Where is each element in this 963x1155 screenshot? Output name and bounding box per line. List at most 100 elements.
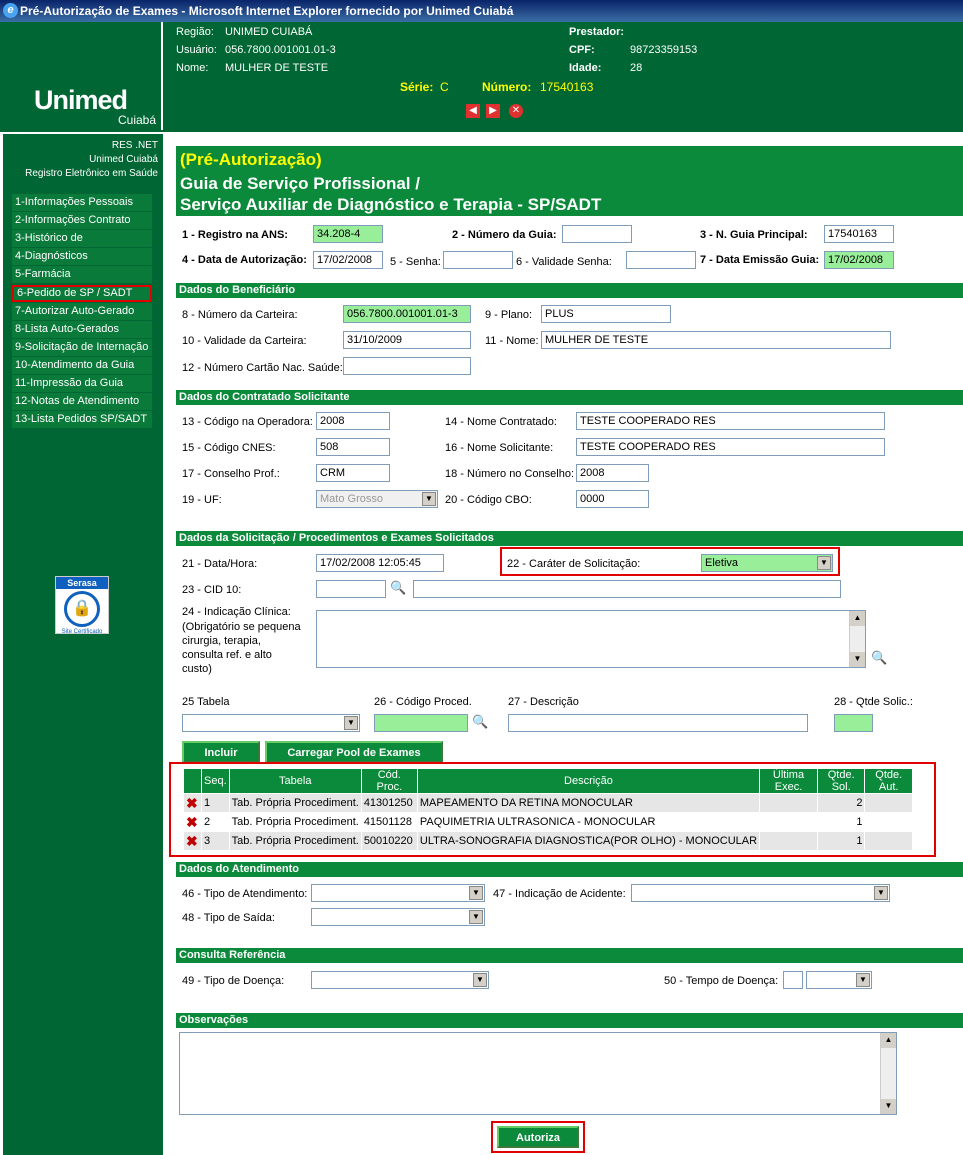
incluir-button[interactable]: Incluir: [182, 741, 260, 763]
cell-ultima: [759, 831, 818, 851]
pre-title: (Pré-Autorização): [180, 150, 322, 169]
delete-icon[interactable]: ✖: [186, 814, 198, 830]
sidebar-item-3[interactable]: 3-Histórico de Atendimentos: [12, 230, 152, 261]
sidebar-item-11[interactable]: 11-Impressão da Guia: [12, 375, 152, 392]
chevron-down-icon: ▼: [344, 716, 358, 730]
nome-label: Nome:: [176, 62, 209, 74]
codigo-cnes-field[interactable]: 508: [316, 438, 390, 456]
window-title: Pré-Autorização de Exames - Microsoft In…: [20, 4, 514, 18]
f15-label: 15 - Código CNES:: [182, 442, 276, 454]
close-icon[interactable]: ✕: [509, 104, 523, 118]
sidebar-item-13[interactable]: 13-Lista Pedidos SP/SADT: [12, 411, 152, 429]
f27-label: 27 - Descrição: [508, 696, 579, 708]
sidebar-item-7[interactable]: 7-Autorizar Auto-Gerado: [12, 302, 152, 320]
qtde-solic-field[interactable]: [834, 714, 873, 732]
carteira-field[interactable]: 056.7800.001001.01-3: [343, 305, 471, 323]
cartao-saude-field[interactable]: [343, 357, 471, 375]
numero-conselho-field[interactable]: 2008: [576, 464, 649, 482]
serasa-seal: Serasa 🔒 Site Certificado: [55, 576, 109, 635]
f13-label: 13 - Código na Operadora:: [182, 416, 313, 428]
lock-icon: 🔒: [64, 591, 100, 627]
scrollbar[interactable]: ▲ ▼: [880, 1033, 896, 1114]
search-icon[interactable]: 🔍: [390, 580, 408, 596]
scrollbar[interactable]: ▲ ▼: [849, 611, 865, 667]
sidebar-item-5[interactable]: 5-Farmácia: [12, 266, 152, 284]
f12-label: 12 - Número Cartão Nac. Saúde:: [182, 362, 343, 374]
f23-label: 23 - CID 10:: [182, 584, 242, 596]
nome-field[interactable]: MULHER DE TESTE: [541, 331, 891, 349]
tempo-doenca-field[interactable]: [783, 971, 803, 989]
cid10-field[interactable]: [316, 580, 386, 598]
nome-solicitante-field[interactable]: TESTE COOPERADO RES: [576, 438, 885, 456]
f50-label: 50 - Tempo de Doença:: [664, 975, 779, 987]
scroll-down-icon[interactable]: ▼: [881, 1099, 896, 1114]
validade-senha-field[interactable]: [626, 251, 696, 269]
delete-icon[interactable]: ✖: [186, 795, 198, 811]
form-title-2: Serviço Auxiliar de Diagnóstico e Terapi…: [180, 195, 602, 214]
conselho-field[interactable]: CRM: [316, 464, 390, 482]
descricao-field[interactable]: [508, 714, 808, 732]
tabela-select[interactable]: ▼: [182, 714, 360, 732]
tipo-atendimento-select[interactable]: ▼: [311, 884, 485, 902]
codigo-proced-field[interactable]: [374, 714, 468, 732]
serie-value: C: [440, 80, 449, 94]
chevron-down-icon: ▼: [422, 492, 436, 506]
sidebar-item-9[interactable]: 9-Solicitação de Internação: [12, 338, 152, 356]
guia-principal-field[interactable]: 17540163: [824, 225, 894, 243]
cell-tabela: Tab. Própria Procediment.: [228, 793, 362, 813]
data-emissao-field[interactable]: 17/02/2008: [824, 251, 894, 269]
carater-select[interactable]: Eletiva ▼: [701, 554, 833, 572]
indicacao-clinica-textarea[interactable]: ▲ ▼: [316, 610, 866, 668]
cid10-description-field[interactable]: [413, 580, 841, 598]
search-icon[interactable]: 🔍: [472, 714, 490, 730]
sidebar-item-2[interactable]: 2-Informações Contrato: [12, 212, 152, 230]
numero-guia-field[interactable]: [562, 225, 632, 243]
senha-field[interactable]: [443, 251, 513, 269]
data-autorizacao-field[interactable]: 17/02/2008: [313, 251, 383, 269]
cell-qsol: 2: [816, 793, 866, 813]
uf-select[interactable]: Mato Grosso ▼: [316, 490, 438, 508]
idade-value: 28: [630, 62, 643, 74]
tempo-doenca-unit-select[interactable]: ▼: [806, 971, 872, 989]
autoriza-button[interactable]: Autoriza: [497, 1126, 579, 1148]
f47-label: 47 - Indicação de Acidente:: [493, 888, 626, 900]
observacoes-textarea[interactable]: ▲ ▼: [179, 1032, 897, 1115]
tipo-doenca-select[interactable]: ▼: [311, 971, 489, 989]
f20-label: 20 - Código CBO:: [445, 494, 532, 506]
delete-cell: ✖: [183, 831, 202, 851]
sidebar-item-12[interactable]: 12-Notas de Atendimento: [12, 393, 152, 411]
registro-ans-field[interactable]: 34.208-4: [313, 225, 383, 243]
section-contratado: Dados do Contratado Solicitante: [176, 390, 963, 405]
carregar-pool-button[interactable]: Carregar Pool de Exames: [265, 741, 443, 763]
data-hora-field[interactable]: 17/02/2008 12:05:45: [316, 554, 444, 572]
cell-tabela: Tab. Própria Procediment.: [228, 812, 362, 832]
sidebar-item-8[interactable]: 8-Lista Auto-Gerados: [12, 320, 152, 338]
sidebar-item-1[interactable]: 1-Informações Pessoais: [12, 194, 152, 211]
validade-carteira-field[interactable]: 31/10/2009: [343, 331, 471, 349]
delete-icon[interactable]: ✖: [186, 833, 198, 849]
cell-seq: 1: [201, 793, 230, 813]
cell-desc: ULTRA-SONOGRAFIA DIAGNOSTICA(POR OLHO) -…: [416, 831, 761, 851]
section-beneficiario: Dados do Beneficiário: [176, 283, 963, 298]
codigo-operadora-field[interactable]: 2008: [316, 412, 390, 430]
cell-desc: MAPEAMENTO DA RETINA MONOCULAR: [416, 793, 761, 813]
sidebar-item-6[interactable]: 6-Pedido de SP / SADT: [12, 284, 152, 302]
search-icon[interactable]: 🔍: [871, 650, 889, 666]
scroll-up-icon[interactable]: ▲: [850, 611, 865, 626]
nome-contratado-field[interactable]: TESTE COOPERADO RES: [576, 412, 885, 430]
scroll-up-icon[interactable]: ▲: [881, 1033, 896, 1048]
scroll-down-icon[interactable]: ▼: [850, 652, 865, 667]
sidebar-item-4[interactable]: 4-Diagnósticos: [12, 248, 152, 266]
delete-cell: ✖: [183, 793, 202, 813]
indicacao-acidente-select[interactable]: ▼: [631, 884, 890, 902]
arrow-right-icon[interactable]: ▶: [486, 104, 500, 118]
chevron-down-icon: ▼: [817, 556, 831, 570]
codigo-cbo-field[interactable]: 0000: [576, 490, 649, 508]
arrow-left-icon[interactable]: ◀: [466, 104, 480, 118]
tipo-saida-select[interactable]: ▼: [311, 908, 485, 926]
cell-ultima: [759, 812, 818, 832]
plano-field[interactable]: PLUS: [541, 305, 671, 323]
sidebar-item-10[interactable]: 10-Atendimento da Guia: [12, 356, 152, 374]
idade-label: Idade:: [569, 62, 602, 74]
cell-cod: 41501128: [360, 812, 418, 832]
